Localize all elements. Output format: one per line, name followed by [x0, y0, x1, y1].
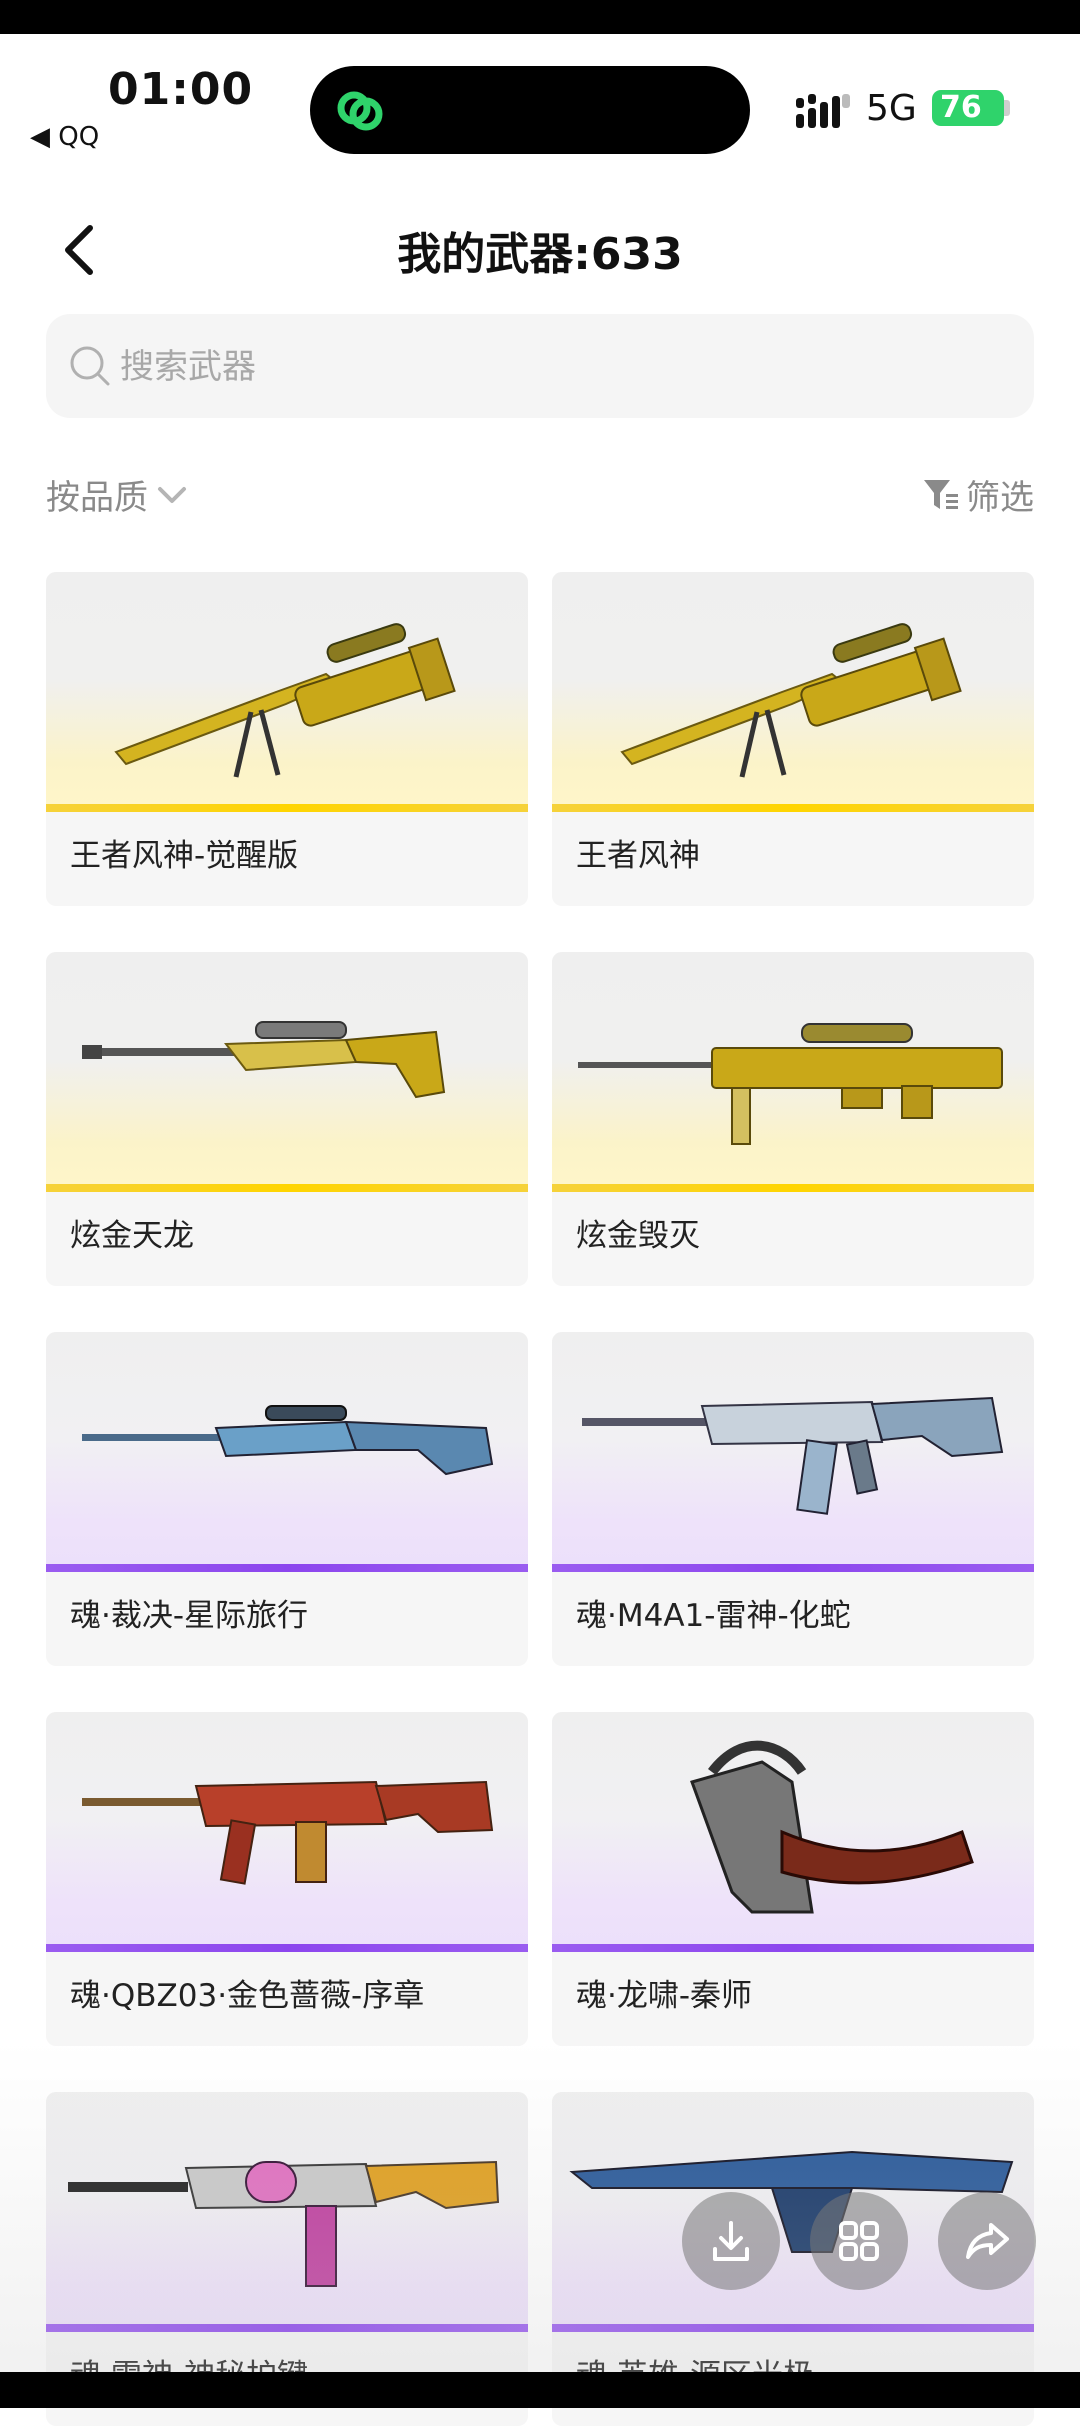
- download-button[interactable]: [682, 2192, 780, 2290]
- quality-bar: [552, 804, 1034, 812]
- weapon-name: 魂·裁决-星际旅行: [70, 1598, 309, 1634]
- status-time: 01:00: [108, 64, 254, 115]
- quality-bar: [46, 804, 528, 812]
- quality-bar: [552, 1184, 1034, 1192]
- qbz03-rifle-image: [82, 1780, 494, 1885]
- bottom-edge: [0, 2372, 1080, 2408]
- m4a1-rifle-image: [582, 1396, 1004, 1515]
- weapon-name: 魂·M4A1-雷神-化蛇: [576, 1598, 851, 1634]
- battery-cap: [1004, 100, 1010, 116]
- sniper-rifle-image: [114, 623, 456, 778]
- quality-bar: [552, 1564, 1034, 1572]
- weapon-name: 魂·QBZ03·金色蔷薇-序章: [70, 1978, 425, 2014]
- page-title: 我的武器:633: [397, 229, 683, 280]
- weapon-name: 炫金毁灭: [576, 1218, 700, 1254]
- axe-image: [690, 1740, 974, 1914]
- filter-label: 筛选: [966, 478, 1034, 518]
- weapon-card[interactable]: 王者风神: [552, 572, 1034, 906]
- share-icon: [966, 2223, 1009, 2259]
- quality-bar: [552, 2324, 1034, 2332]
- barrett-rifle-image: [578, 1023, 1003, 1145]
- sort-label: 按品质: [46, 478, 148, 518]
- weapon-card[interactable]: 魂·龙啸-秦师: [552, 1712, 1034, 2046]
- quality-bar: [46, 2324, 528, 2332]
- download-icon: [713, 2221, 749, 2261]
- signal-icon: [796, 94, 850, 128]
- filter-icon: [924, 479, 958, 509]
- weapon-name: 炫金天龙: [70, 1218, 194, 1254]
- quality-bar: [46, 1184, 528, 1192]
- sort-by-quality-dropdown[interactable]: 按品质: [46, 470, 188, 519]
- quality-bar: [46, 1944, 528, 1952]
- share-button[interactable]: [938, 2192, 1036, 2290]
- weapon-name: 王者风神-觉醒版: [70, 838, 299, 874]
- grid-icon: [839, 2221, 879, 2261]
- back-to-app-link[interactable]: ◀ QQ: [30, 122, 99, 152]
- weapon-name: 魂·龙啸-秦师: [576, 1978, 753, 2014]
- grid-view-button[interactable]: [810, 2192, 908, 2290]
- weapon-card[interactable]: 魂·M4A1-雷神-化蛇: [552, 1332, 1034, 1666]
- weapon-card[interactable]: 王者风神-觉醒版: [46, 572, 528, 906]
- quality-bar: [552, 1944, 1034, 1952]
- awp-rifle-image: [82, 1021, 446, 1099]
- awp-rifle-image: [82, 1405, 494, 1476]
- weapon-card[interactable]: 炫金毁灭: [552, 952, 1034, 1286]
- battery-level: 76: [940, 90, 982, 125]
- m4a1-rifle-image: [68, 2160, 500, 2287]
- battery-indicator: 76: [932, 90, 1004, 126]
- weapon-card[interactable]: 魂·QBZ03·金色蔷薇-序章: [46, 1712, 528, 2046]
- link-icon: [337, 91, 383, 131]
- search-input[interactable]: [118, 336, 1002, 398]
- search-icon: [70, 346, 110, 386]
- sniper-rifle-image: [620, 623, 962, 778]
- chevron-down-icon: [158, 486, 186, 503]
- weapon-card[interactable]: 魂·裁决-星际旅行: [46, 1332, 528, 1666]
- network-type: 5G: [866, 88, 917, 129]
- top-edge: [0, 0, 1080, 34]
- dynamic-island: [310, 66, 750, 154]
- filter-button[interactable]: 筛选: [922, 470, 1034, 519]
- status-bar: 01:00 ◀ QQ 5G 76: [0, 34, 1080, 154]
- quality-bar: [46, 1564, 528, 1572]
- weapon-name: 王者风神: [576, 838, 700, 874]
- weapon-card[interactable]: 炫金天龙: [46, 952, 528, 1286]
- search-bar[interactable]: [46, 314, 1034, 418]
